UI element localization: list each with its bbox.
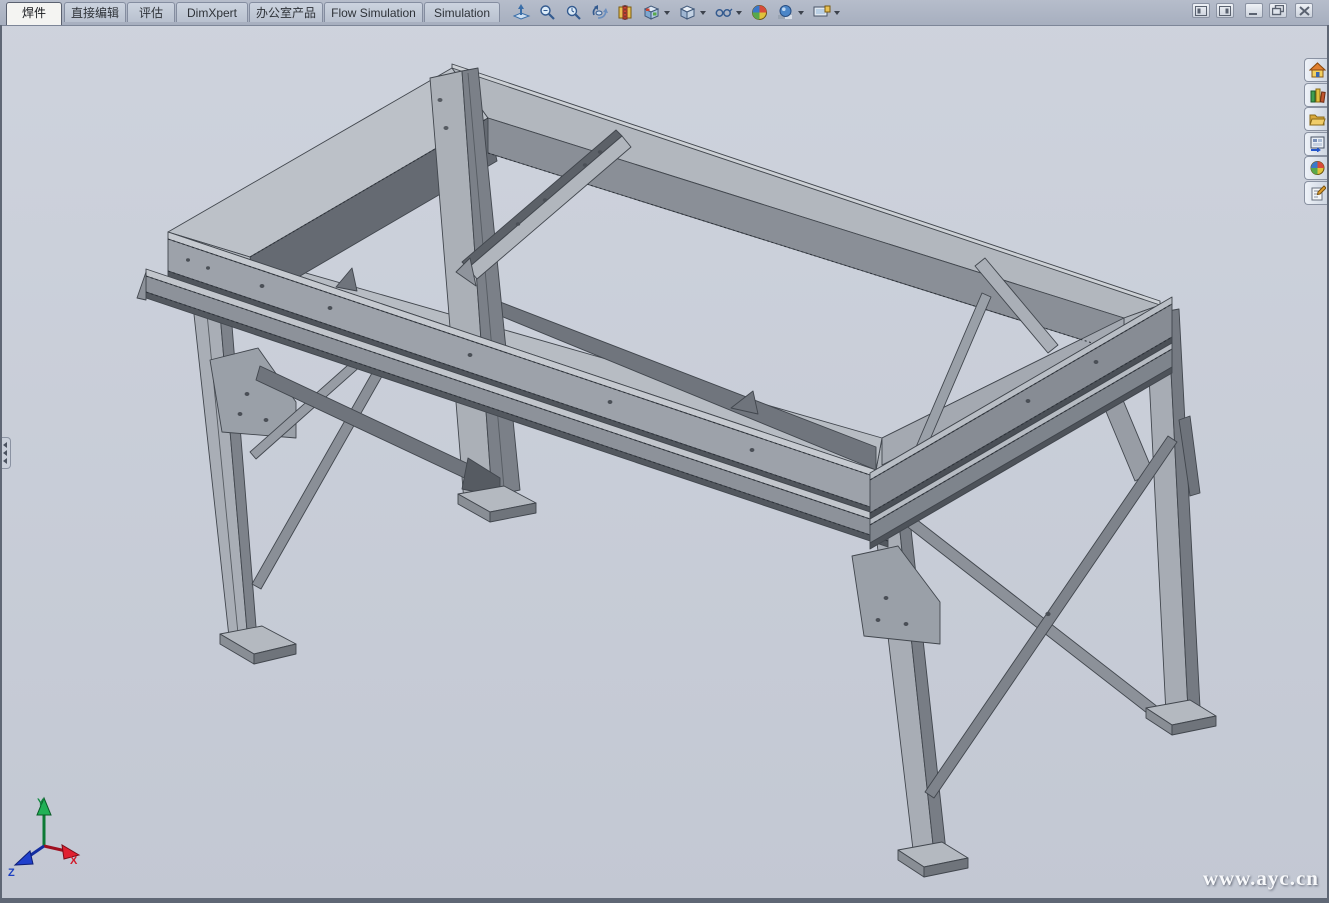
dropdown-caret-icon[interactable]: [798, 11, 804, 15]
dropdown-caret-icon[interactable]: [736, 11, 742, 15]
dropdown-caret-icon[interactable]: [834, 11, 840, 15]
restore-button[interactable]: [1269, 3, 1287, 18]
minimize-button[interactable]: [1245, 3, 1263, 18]
zoom-to-area-icon: [564, 3, 583, 22]
folder-icon: [1309, 111, 1326, 127]
ribbon-bar: 焊件 直接编辑 评估 DimXpert 办公室产品 Flow Simulatio…: [0, 0, 1329, 26]
edit-appearance-icon: [750, 3, 769, 22]
tab-weldments[interactable]: 焊件: [6, 2, 62, 25]
window-border-bottom: [0, 898, 1329, 903]
pane-left-icon: [1195, 6, 1207, 16]
x-axis-label: X: [70, 855, 78, 867]
color-sphere-icon: [1309, 160, 1326, 176]
normal-to-button[interactable]: [512, 1, 531, 24]
dropdown-caret-icon[interactable]: [700, 11, 706, 15]
hide-show-items-icon: [714, 3, 733, 22]
tab-direct-editing[interactable]: 直接编辑: [64, 2, 126, 22]
zoom-to-area-button[interactable]: [564, 1, 583, 24]
collapse-arrow-icon: [3, 450, 7, 456]
task-pane-custom-properties[interactable]: [1304, 181, 1329, 205]
zoom-to-fit-button[interactable]: [538, 1, 557, 24]
reference-triad: Y X Z: [8, 797, 79, 879]
section-view-button[interactable]: [616, 1, 635, 24]
hide-show-items-button[interactable]: [714, 1, 742, 24]
collapse-left-pane-button[interactable]: [1192, 3, 1210, 18]
model-viewport[interactable]: Y X Z: [0, 0, 1329, 903]
window-border-left: [0, 25, 2, 903]
close-icon: [1299, 6, 1310, 16]
watermark: www.ayc.cn: [1203, 866, 1319, 891]
tab-simulation[interactable]: Simulation: [424, 2, 500, 22]
tab-flow-simulation[interactable]: Flow Simulation: [324, 2, 423, 22]
task-pane-file-explorer[interactable]: [1304, 107, 1329, 131]
y-axis-label: Y: [37, 797, 45, 809]
tab-dimxpert[interactable]: DimXpert: [176, 2, 248, 22]
task-pane-design-library[interactable]: [1304, 83, 1329, 107]
z-axis-label: Z: [8, 867, 15, 879]
home-icon: [1309, 62, 1326, 78]
collapse-arrow-icon: [3, 442, 7, 448]
tab-office-products[interactable]: 办公室产品: [249, 2, 323, 22]
palette-window-icon: [1309, 136, 1326, 152]
collapse-right-pane-button[interactable]: [1216, 3, 1234, 18]
minimize-icon: [1248, 6, 1260, 16]
task-pane-appearances-scenes[interactable]: [1304, 156, 1329, 180]
books-icon: [1309, 87, 1326, 103]
section-view-icon: [616, 3, 635, 22]
rotate-view-button[interactable]: [590, 1, 609, 24]
zoom-to-fit-icon: [538, 3, 557, 22]
edit-appearance-button[interactable]: [750, 1, 769, 24]
normal-to-icon: [512, 3, 531, 22]
weldment-frame-model: [137, 64, 1216, 877]
task-pane-view-palette[interactable]: [1304, 132, 1329, 156]
view-settings-button[interactable]: [812, 1, 840, 24]
document-pencil-icon: [1309, 185, 1326, 201]
display-style-button[interactable]: [678, 1, 706, 24]
view-orientation-icon: [642, 3, 661, 22]
display-style-icon: [678, 3, 697, 22]
solidworks-window: Y X Z 焊件 直接编辑 评估 DimXpert 办公室产品 Flow Sim…: [0, 0, 1329, 903]
rotate-view-icon: [590, 3, 609, 22]
tab-evaluate[interactable]: 评估: [127, 2, 175, 22]
collapse-arrow-icon: [3, 458, 7, 464]
apply-scene-button[interactable]: [776, 1, 804, 24]
pane-right-icon: [1219, 6, 1231, 16]
restore-icon: [1272, 5, 1284, 16]
close-button[interactable]: [1295, 3, 1313, 18]
task-pane-solidworks-resources[interactable]: [1304, 58, 1329, 82]
view-orientation-button[interactable]: [642, 1, 670, 24]
dropdown-caret-icon[interactable]: [664, 11, 670, 15]
apply-scene-icon: [776, 3, 795, 22]
view-settings-icon: [812, 3, 831, 22]
